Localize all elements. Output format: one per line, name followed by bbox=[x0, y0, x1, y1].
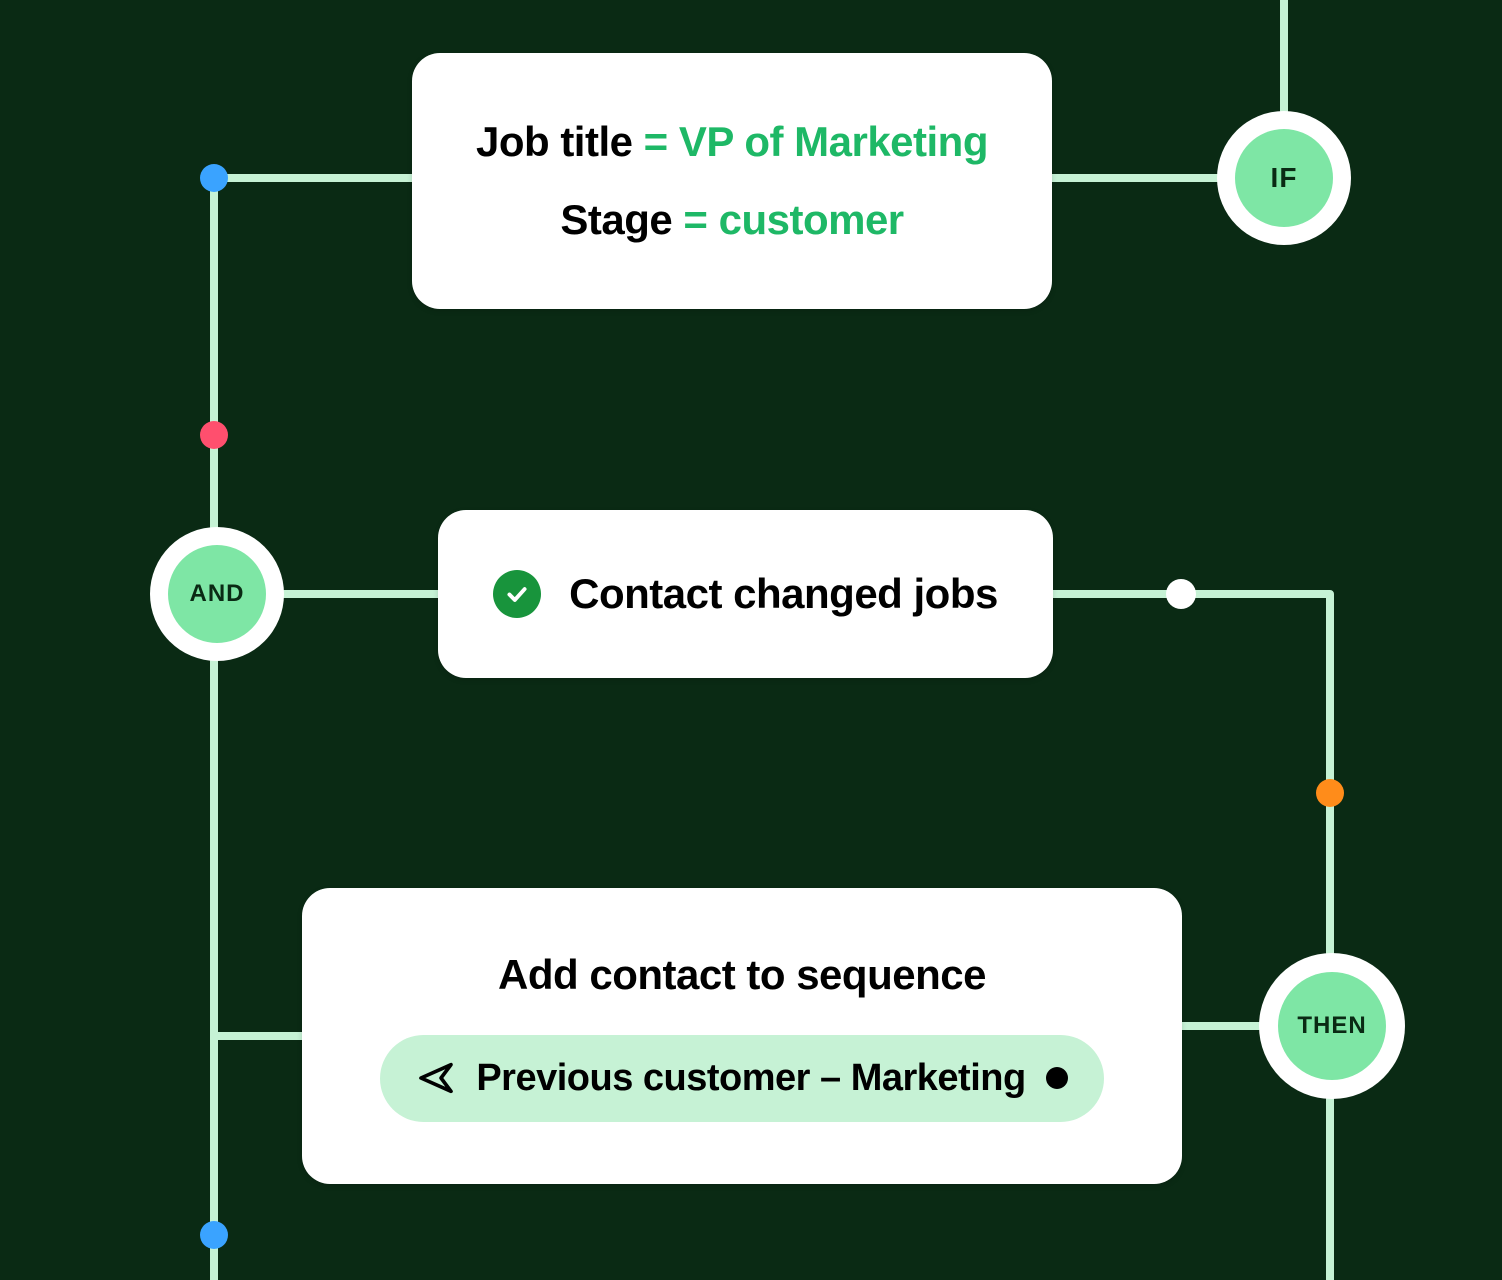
condition-op: = bbox=[644, 118, 668, 165]
operator-then[interactable]: THEN bbox=[1259, 953, 1405, 1099]
condition-card[interactable]: Job title = VP of Marketing Stage = cust… bbox=[412, 53, 1052, 309]
action-card[interactable]: Add contact to sequence Previous custome… bbox=[302, 888, 1182, 1184]
event-row: Contact changed jobs bbox=[493, 570, 998, 618]
operator-label: AND bbox=[168, 545, 266, 643]
operator-label: IF bbox=[1235, 129, 1333, 227]
sequence-name: Previous customer – Marketing bbox=[476, 1057, 1025, 1100]
operator-and[interactable]: AND bbox=[150, 527, 284, 661]
condition-field: Stage bbox=[560, 196, 672, 243]
node-dot bbox=[1316, 779, 1344, 807]
node-dot bbox=[1166, 579, 1196, 609]
condition-op: = bbox=[683, 196, 707, 243]
condition-line-1: Job title = VP of Marketing bbox=[476, 118, 988, 166]
operator-if[interactable]: IF bbox=[1217, 111, 1351, 245]
condition-value: VP of Marketing bbox=[679, 118, 988, 165]
condition-field: Job title bbox=[476, 118, 633, 165]
check-icon bbox=[493, 570, 541, 618]
node-dot bbox=[200, 1221, 228, 1249]
operator-label: THEN bbox=[1278, 972, 1386, 1080]
condition-value: customer bbox=[719, 196, 904, 243]
event-label: Contact changed jobs bbox=[569, 570, 998, 618]
event-card[interactable]: Contact changed jobs bbox=[438, 510, 1053, 678]
node-dot bbox=[200, 421, 228, 449]
send-icon bbox=[416, 1058, 456, 1098]
status-dot-icon bbox=[1046, 1067, 1068, 1089]
sequence-pill[interactable]: Previous customer – Marketing bbox=[380, 1035, 1103, 1122]
workflow-canvas: Job title = VP of Marketing Stage = cust… bbox=[0, 0, 1502, 1280]
condition-line-2: Stage = customer bbox=[560, 196, 903, 244]
node-dot bbox=[200, 164, 228, 192]
action-title: Add contact to sequence bbox=[498, 951, 986, 999]
